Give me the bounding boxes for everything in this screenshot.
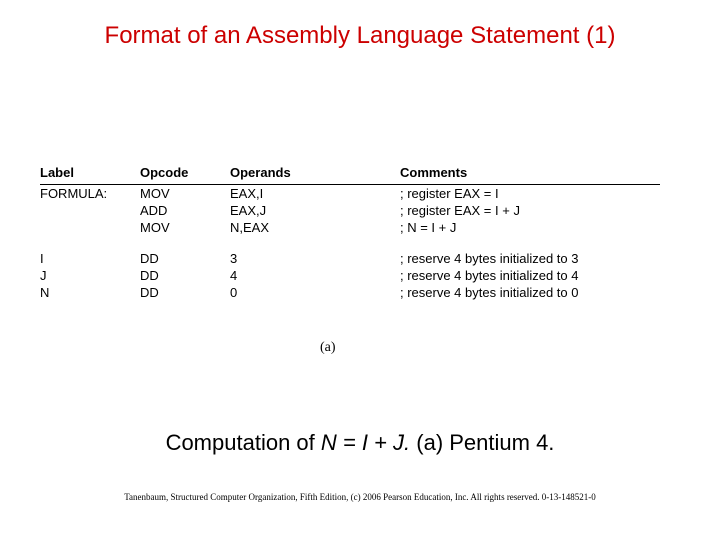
cell-label: N: [40, 284, 140, 301]
assembly-table: Label Opcode Operands Comments FORMULA: …: [40, 165, 660, 301]
cell-opcode: DD: [140, 267, 230, 284]
table-row: FORMULA: MOV EAX,I ; register EAX = I: [40, 185, 660, 203]
slide-title: Format of an Assembly Language Statement…: [0, 0, 720, 50]
cell-label: I: [40, 250, 140, 267]
header-label: Label: [40, 165, 140, 185]
cell-operands: 3: [230, 250, 400, 267]
cell-operands: 4: [230, 267, 400, 284]
cell-comments: ; register EAX = I: [400, 185, 660, 203]
cell-comments: ; reserve 4 bytes initialized to 0: [400, 284, 660, 301]
cell-label: [40, 202, 140, 219]
caption-suffix: (a) Pentium 4.: [410, 430, 554, 455]
cell-opcode: MOV: [140, 185, 230, 203]
cell-comments: ; register EAX = I + J: [400, 202, 660, 219]
cell-opcode: MOV: [140, 219, 230, 236]
figure-sublabel: (a): [320, 340, 336, 356]
table-row: ADD EAX,J ; register EAX = I + J: [40, 202, 660, 219]
table-row: J DD 4 ; reserve 4 bytes initialized to …: [40, 267, 660, 284]
table-row: I DD 3 ; reserve 4 bytes initialized to …: [40, 250, 660, 267]
caption-prefix: Computation of: [166, 430, 321, 455]
cell-opcode: ADD: [140, 202, 230, 219]
cell-comments: ; reserve 4 bytes initialized to 3: [400, 250, 660, 267]
cell-operands: EAX,J: [230, 202, 400, 219]
copyright-footer: Tanenbaum, Structured Computer Organizat…: [0, 492, 720, 502]
cell-label: J: [40, 267, 140, 284]
header-comments: Comments: [400, 165, 660, 185]
table-row: N DD 0 ; reserve 4 bytes initialized to …: [40, 284, 660, 301]
cell-label: FORMULA:: [40, 185, 140, 203]
spacer-row: [40, 236, 660, 250]
cell-comments: ; N = I + J: [400, 219, 660, 236]
cell-operands: N,EAX: [230, 219, 400, 236]
cell-opcode: DD: [140, 250, 230, 267]
cell-operands: EAX,I: [230, 185, 400, 203]
table-header-row: Label Opcode Operands Comments: [40, 165, 660, 185]
table-row: MOV N,EAX ; N = I + J: [40, 219, 660, 236]
cell-opcode: DD: [140, 284, 230, 301]
caption-equation: N = I + J.: [321, 430, 410, 455]
header-opcode: Opcode: [140, 165, 230, 185]
header-operands: Operands: [230, 165, 400, 185]
cell-comments: ; reserve 4 bytes initialized to 4: [400, 267, 660, 284]
cell-operands: 0: [230, 284, 400, 301]
cell-label: [40, 219, 140, 236]
figure-caption: Computation of N = I + J. (a) Pentium 4.: [0, 430, 720, 456]
